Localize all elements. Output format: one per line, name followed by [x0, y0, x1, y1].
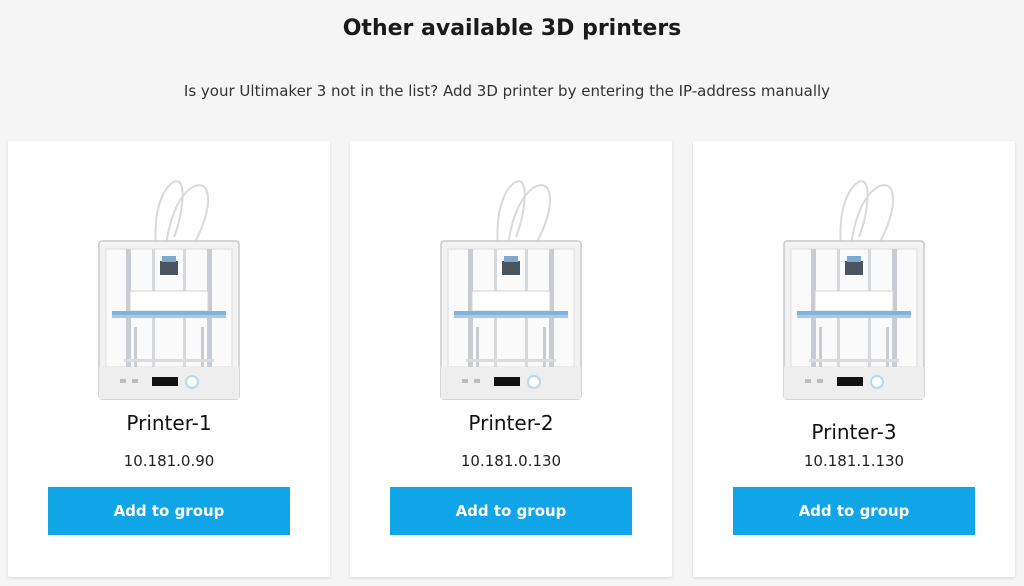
printer-image	[440, 180, 582, 400]
add-to-group-button[interactable]: Add to group	[390, 487, 632, 535]
printer-image	[783, 180, 925, 400]
add-to-group-button[interactable]: Add to group	[733, 487, 975, 535]
printer-card: Printer-1 10.181.0.90 Add to group	[8, 141, 330, 577]
printer-card: Printer-2 10.181.0.130 Add to group	[350, 141, 672, 577]
printer-name: Printer-2	[468, 411, 554, 435]
printer-discovery-page: Other available 3D printers Is your Ulti…	[0, 0, 1024, 586]
printer-name: Printer-1	[126, 411, 212, 435]
printer-ip-address: 10.181.1.130	[803, 452, 905, 470]
page-title: Other available 3D printers	[342, 16, 682, 41]
add-to-group-button[interactable]: Add to group	[48, 487, 290, 535]
page-subtitle: Is your Ultimaker 3 not in the list? Add…	[183, 82, 831, 100]
printer-ip-address: 10.181.0.90	[123, 452, 215, 470]
printer-ip-address: 10.181.0.130	[460, 452, 562, 470]
printer-image	[98, 180, 240, 400]
printer-name: Printer-3	[811, 420, 897, 444]
printer-card: Printer-3 10.181.1.130 Add to group	[693, 141, 1015, 577]
